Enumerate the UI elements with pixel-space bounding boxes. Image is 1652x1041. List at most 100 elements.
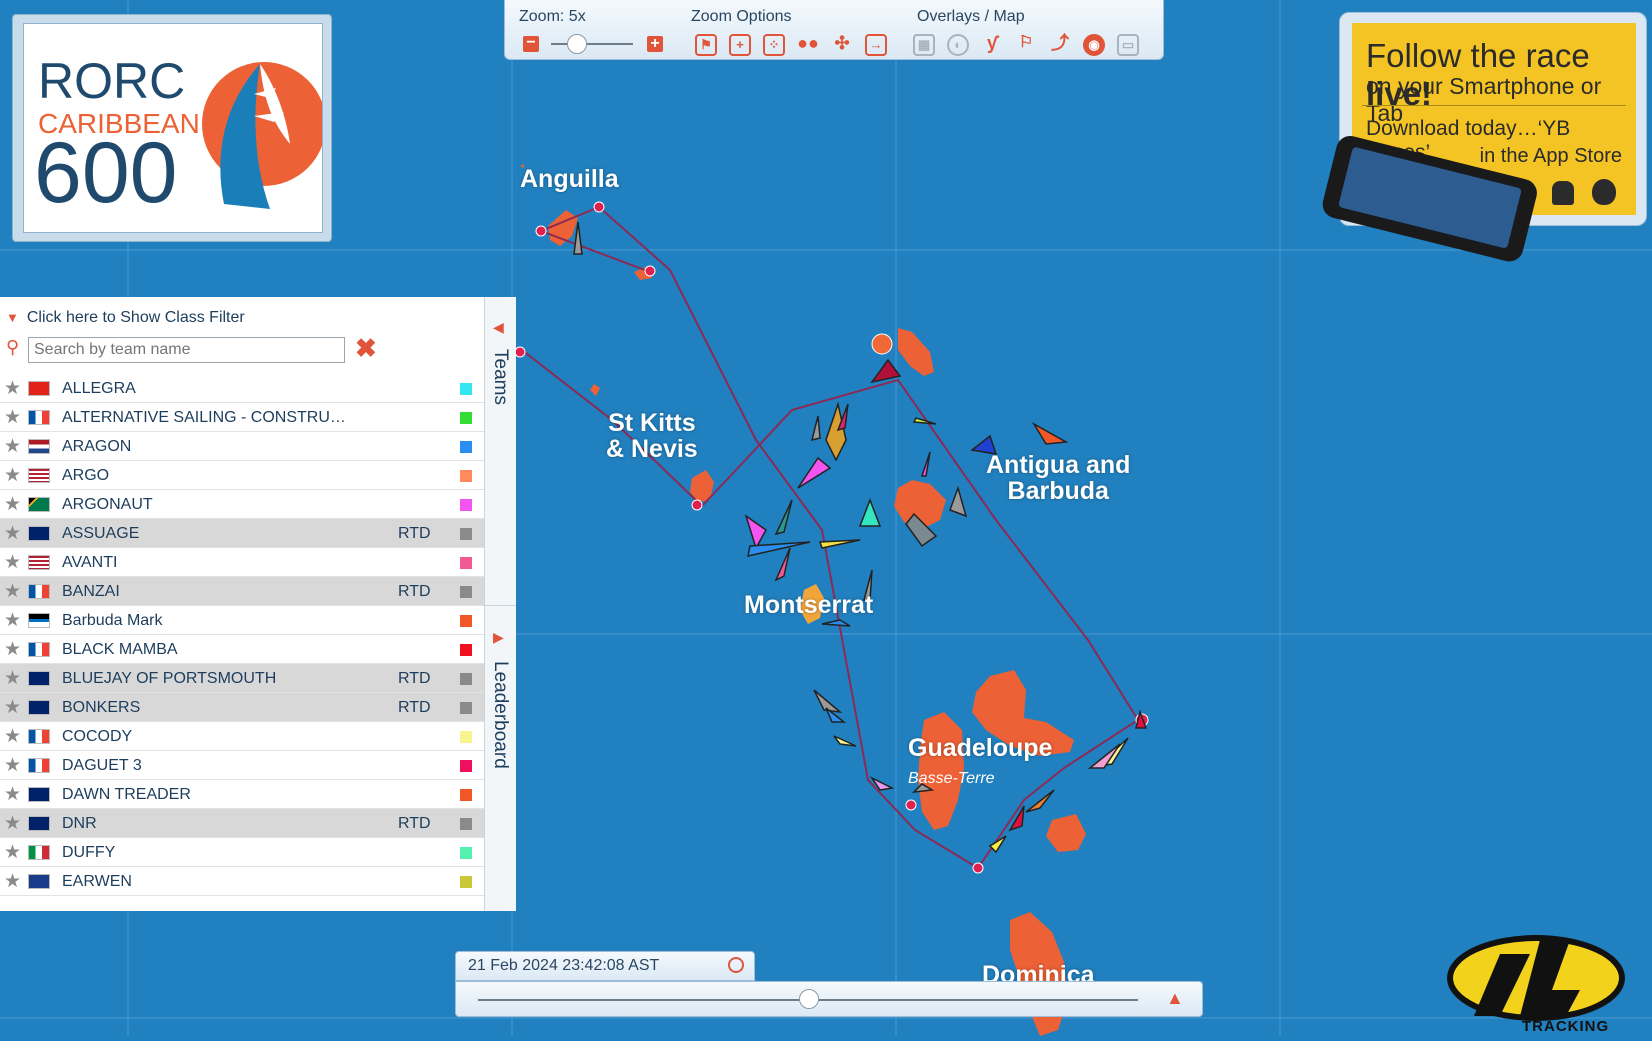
team-row[interactable]: ★ BLUEJAY OF PORTSMOUTH RTD [0, 664, 484, 693]
tab-leaderboard[interactable]: ▶ Leaderboard [485, 619, 516, 789]
fit-icon[interactable]: ✣ [831, 34, 853, 56]
tab-teams-label: Teams [490, 349, 511, 405]
race-logo: RORC CARIBBEAN 600 [12, 14, 332, 242]
flag-icon [28, 468, 50, 483]
team-name[interactable]: ALLEGRA [62, 380, 136, 398]
team-name[interactable]: BONKERS [62, 699, 140, 717]
star-icon[interactable]: ★ [4, 464, 21, 487]
team-row[interactable]: ★ AVANTI [0, 548, 484, 577]
timeline-knob[interactable] [799, 989, 819, 1009]
zoom-out-button[interactable]: − [523, 35, 539, 52]
label-montserrat: Montserrat [744, 591, 874, 619]
team-row[interactable]: ★ BANZAI RTD [0, 577, 484, 606]
team-name[interactable]: BLUEJAY OF PORTSMOUTH [62, 670, 276, 688]
team-row[interactable]: ★ ALTERNATIVE SAILING - CONSTRU… [0, 403, 484, 432]
star-icon[interactable]: ★ [4, 551, 21, 574]
flag-icon [28, 555, 50, 570]
grid-icon[interactable]: ▦ [913, 34, 935, 56]
star-icon[interactable]: ★ [4, 725, 21, 748]
overlays-label: Overlays / Map [917, 8, 1025, 25]
globe-icon[interactable]: ◉ [1083, 34, 1105, 56]
team-color-swatch [460, 586, 472, 598]
team-name[interactable]: EARWEN [62, 873, 132, 891]
team-row[interactable]: ★ BLACK MAMBA [0, 635, 484, 664]
timeline-slider[interactable]: ▲ [455, 981, 1203, 1017]
star-icon[interactable]: ★ [4, 696, 21, 719]
team-row[interactable]: ★ ARGONAUT [0, 490, 484, 519]
team-name[interactable]: ARGONAUT [62, 496, 153, 514]
team-row[interactable]: ★ DAWN TREADER [0, 780, 484, 809]
label-st-kitts-nevis: St Kitts & Nevis [606, 409, 698, 463]
star-icon[interactable]: ★ [4, 754, 21, 777]
team-name[interactable]: DAGUET 3 [62, 757, 142, 775]
route-icon[interactable]: ⤴ [1049, 34, 1071, 56]
team-name[interactable]: Barbuda Mark [62, 612, 163, 630]
windsock-icon[interactable]: ⚐ [1015, 34, 1037, 56]
team-row[interactable]: ★ DUFFY [0, 838, 484, 867]
star-icon[interactable]: ★ [4, 841, 21, 864]
star-icon[interactable]: ★ [4, 406, 21, 429]
team-row[interactable]: ★ DAGUET 3 [0, 751, 484, 780]
team-search-input[interactable] [28, 337, 345, 363]
branch-icon[interactable]: ƴ [981, 34, 1003, 56]
team-color-swatch [460, 789, 472, 801]
team-name[interactable]: DNR [62, 815, 97, 833]
team-name[interactable]: AVANTI [62, 554, 117, 572]
star-icon[interactable]: ★ [4, 783, 21, 806]
team-row[interactable]: ★ Barbuda Mark [0, 606, 484, 635]
star-icon[interactable]: ★ [4, 522, 21, 545]
team-name[interactable]: ARAGON [62, 438, 131, 456]
star-icon[interactable]: ★ [4, 377, 21, 400]
team-row[interactable]: ★ COCODY [0, 722, 484, 751]
team-row[interactable]: ★ EARWEN [0, 867, 484, 896]
star-icon[interactable]: ★ [4, 493, 21, 516]
team-row[interactable]: ★ ARGO [0, 461, 484, 490]
team-name[interactable]: BLACK MAMBA [62, 641, 178, 659]
zoom-slider-track[interactable] [551, 43, 633, 45]
flag-icon [28, 642, 50, 657]
class-filter-toggle[interactable]: ▼ Click here to Show Class Filter [6, 309, 245, 327]
star-icon[interactable]: ★ [4, 870, 21, 893]
zoom-in-button[interactable]: + [647, 36, 663, 52]
team-name[interactable]: DAWN TREADER [62, 786, 191, 804]
flag-icon[interactable]: ⚑ [695, 34, 717, 56]
logo-rorc: RORC [38, 53, 186, 109]
flag-icon [28, 584, 50, 599]
clock-icon[interactable] [728, 957, 744, 973]
group-icon[interactable]: ●● [797, 34, 819, 56]
zoom-in-box-icon[interactable]: + [729, 34, 751, 56]
team-row[interactable]: ★ ALLEGRA [0, 374, 484, 403]
star-icon[interactable]: ★ [4, 667, 21, 690]
team-name[interactable]: ASSUAGE [62, 525, 139, 543]
star-icon[interactable]: ★ [4, 580, 21, 603]
team-status: RTD [398, 525, 431, 542]
zoom-slider-knob[interactable] [567, 34, 587, 54]
star-icon[interactable]: ★ [4, 638, 21, 661]
timestamp: 21 Feb 2024 23:42:08 AST [468, 957, 660, 974]
team-name[interactable]: DUFFY [62, 844, 115, 862]
app-advert[interactable]: Follow the race live! on your Smartphone… [1319, 12, 1647, 265]
team-color-swatch [460, 528, 472, 540]
teams-panel: ▼ Click here to Show Class Filter ⚲ ✖ ★ AL… [0, 297, 515, 911]
star-icon[interactable]: ★ [4, 812, 21, 835]
panel-tabs: ◀ Teams ▶ Leaderboard [484, 297, 516, 911]
play-icon[interactable]: ▲ [1166, 988, 1184, 1009]
team-name[interactable]: BANZAI [62, 583, 120, 601]
star-icon[interactable]: ★ [4, 609, 21, 632]
team-name[interactable]: COCODY [62, 728, 132, 746]
tab-teams[interactable]: ◀ Teams [485, 309, 516, 419]
team-row[interactable]: ★ ARAGON [0, 432, 484, 461]
contrast-icon[interactable]: ◐ [947, 34, 969, 56]
team-name[interactable]: ALTERNATIVE SAILING - CONSTRU… [62, 409, 346, 427]
exit-icon[interactable]: → [865, 34, 887, 56]
team-list[interactable]: ★ ALLEGRA ★ ALTERNATIVE SAILING - CONSTRU… ★… [0, 374, 484, 911]
star-icon[interactable]: ★ [4, 435, 21, 458]
team-row[interactable]: ★ DNR RTD [0, 809, 484, 838]
team-row[interactable]: ★ BONKERS RTD [0, 693, 484, 722]
dots-icon[interactable]: ⁘ [763, 34, 785, 56]
panel-icon[interactable]: ▭ [1117, 34, 1139, 56]
team-color-swatch [460, 818, 472, 830]
team-row[interactable]: ★ ASSUAGE RTD [0, 519, 484, 548]
clear-search-icon[interactable]: ✖ [355, 333, 377, 364]
team-name[interactable]: ARGO [62, 467, 109, 485]
